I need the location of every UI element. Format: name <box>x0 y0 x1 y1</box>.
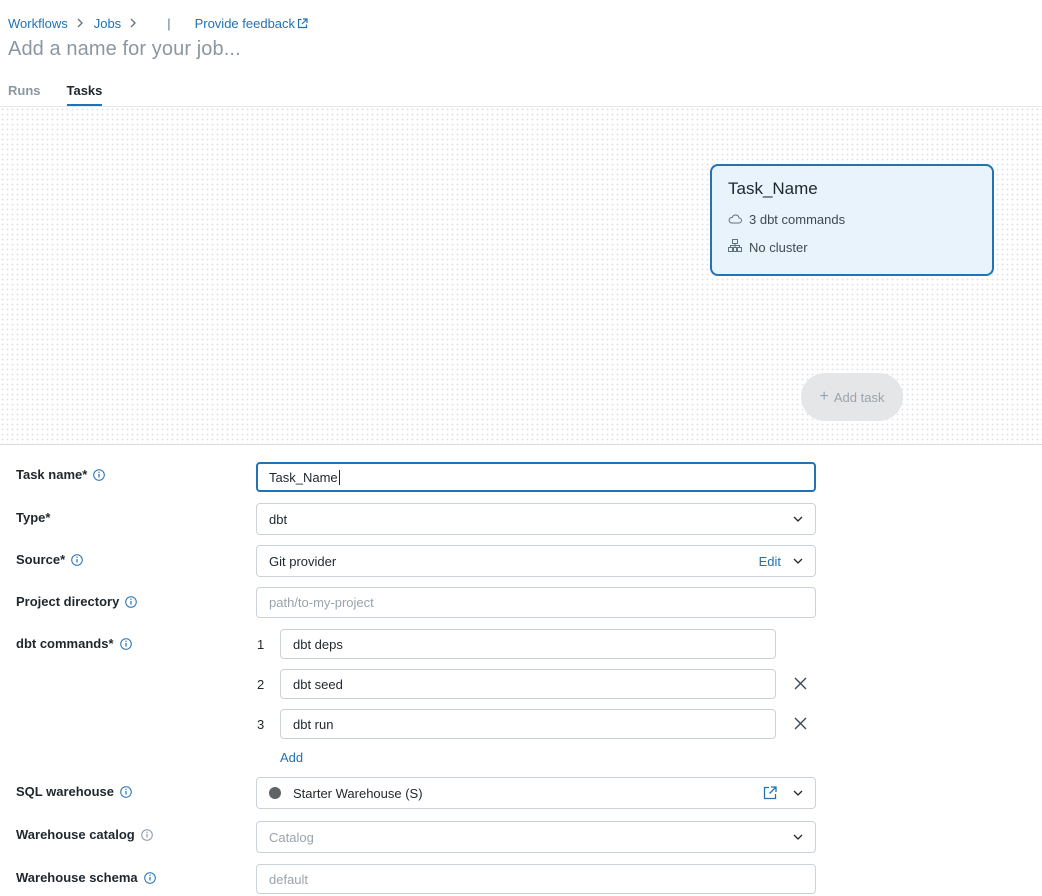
task-card-cluster-text: No cluster <box>749 239 808 255</box>
job-name-input[interactable]: Add a name for your job... <box>8 38 241 61</box>
type-select[interactable]: dbt <box>256 503 816 535</box>
sql-warehouse-select[interactable]: Starter Warehouse (S) <box>256 777 816 809</box>
breadcrumb-jobs-link[interactable]: Jobs <box>94 16 121 31</box>
info-icon[interactable] <box>71 553 83 566</box>
task-graph-canvas[interactable]: Task_Name 3 dbt commands No cluster + Ad… <box>0 106 1042 445</box>
remove-command-button[interactable] <box>790 715 810 735</box>
sql-warehouse-label-text: SQL warehouse <box>16 784 115 799</box>
task-card-name: Task_Name <box>728 179 818 198</box>
project-directory-input[interactable]: path/to-my-project <box>256 587 816 618</box>
type-label-text: Type* <box>16 510 51 525</box>
task-name-value: Task_Name <box>269 469 338 485</box>
warehouse-schema-placeholder: default <box>269 871 309 887</box>
type-label: Type* <box>16 510 50 525</box>
project-directory-label-text: Project directory <box>16 594 120 609</box>
chevron-right-icon <box>76 18 84 28</box>
dbt-command-number: 1 <box>257 637 265 652</box>
external-link-icon[interactable] <box>763 786 777 800</box>
dbt-commands-label-text: dbt commands* <box>16 636 114 651</box>
tab-bar: Runs Tasks <box>8 83 128 107</box>
warehouse-schema-input[interactable]: default <box>256 864 816 894</box>
info-icon[interactable] <box>125 595 138 608</box>
task-card[interactable]: Task_Name 3 dbt commands No cluster <box>710 164 994 276</box>
dbt-commands-label: dbt commands* <box>16 636 132 651</box>
plus-icon: + <box>819 388 829 405</box>
warehouse-schema-label-text: Warehouse schema <box>16 870 138 885</box>
cluster-icon <box>728 239 749 255</box>
sql-warehouse-label: SQL warehouse <box>16 784 132 799</box>
dbt-command-number: 3 <box>257 717 265 732</box>
chevron-down-icon <box>793 516 803 522</box>
source-label: Source* <box>16 552 83 567</box>
project-directory-label: Project directory <box>16 594 138 609</box>
close-icon <box>794 717 807 733</box>
dbt-command-value: dbt run <box>293 716 334 732</box>
breadcrumb-divider: | <box>167 15 171 31</box>
warehouse-schema-label: Warehouse schema <box>16 870 156 885</box>
task-name-label-text: Task name* <box>16 467 88 482</box>
breadcrumb: Workflows Jobs | Provide feedback <box>8 15 308 31</box>
task-name-input[interactable]: Task_Name <box>256 462 816 492</box>
chevron-down-icon <box>793 558 803 564</box>
remove-command-button[interactable] <box>790 675 810 695</box>
warehouse-catalog-label-text: Warehouse catalog <box>16 827 135 842</box>
chevron-right-icon <box>129 18 137 28</box>
add-task-button[interactable]: + Add task <box>801 373 903 421</box>
source-label-text: Source* <box>16 552 66 567</box>
add-task-label: Add task <box>833 389 885 405</box>
close-icon <box>794 677 807 693</box>
dbt-command-value: dbt deps <box>293 636 343 652</box>
chevron-down-icon <box>793 834 803 840</box>
task-card-cluster: No cluster <box>728 239 976 255</box>
warehouse-catalog-label: Warehouse catalog <box>16 827 153 842</box>
warehouse-catalog-select[interactable]: Catalog <box>256 821 816 853</box>
warehouse-catalog-placeholder: Catalog <box>269 829 314 845</box>
source-value: Git provider <box>269 553 337 569</box>
task-card-commands: 3 dbt commands <box>728 211 976 227</box>
tab-runs[interactable]: Runs <box>8 83 41 107</box>
tab-tasks[interactable]: Tasks <box>66 83 103 107</box>
info-icon[interactable] <box>120 785 132 798</box>
info-icon[interactable] <box>143 871 156 884</box>
chevron-down-icon <box>793 790 803 796</box>
dbt-command-input[interactable]: dbt run <box>280 709 776 739</box>
sql-warehouse-value: Starter Warehouse (S) <box>293 785 423 801</box>
provide-feedback-link[interactable]: Provide feedback <box>195 16 295 31</box>
source-select[interactable]: Git provider Edit <box>256 545 816 577</box>
info-icon[interactable] <box>119 637 132 650</box>
breadcrumb-workflows-link[interactable]: Workflows <box>8 16 68 31</box>
info-icon[interactable] <box>140 828 153 841</box>
add-command-link[interactable]: Add <box>280 750 303 765</box>
source-edit-link[interactable]: Edit <box>759 554 781 569</box>
text-caret <box>338 469 340 485</box>
status-dot-icon <box>269 787 281 799</box>
info-icon[interactable] <box>93 468 106 481</box>
dbt-command-input[interactable]: dbt seed <box>280 669 776 699</box>
dbt-command-number: 2 <box>257 677 265 692</box>
task-card-commands-text: 3 dbt commands <box>749 211 846 227</box>
task-name-label: Task name* <box>16 467 106 482</box>
dbt-command-input[interactable]: dbt deps <box>280 629 776 659</box>
type-value: dbt <box>269 511 288 527</box>
dbt-command-value: dbt seed <box>293 676 343 692</box>
external-link-icon[interactable] <box>297 17 308 29</box>
cloud-icon <box>728 212 749 227</box>
project-directory-placeholder: path/to-my-project <box>269 595 374 610</box>
